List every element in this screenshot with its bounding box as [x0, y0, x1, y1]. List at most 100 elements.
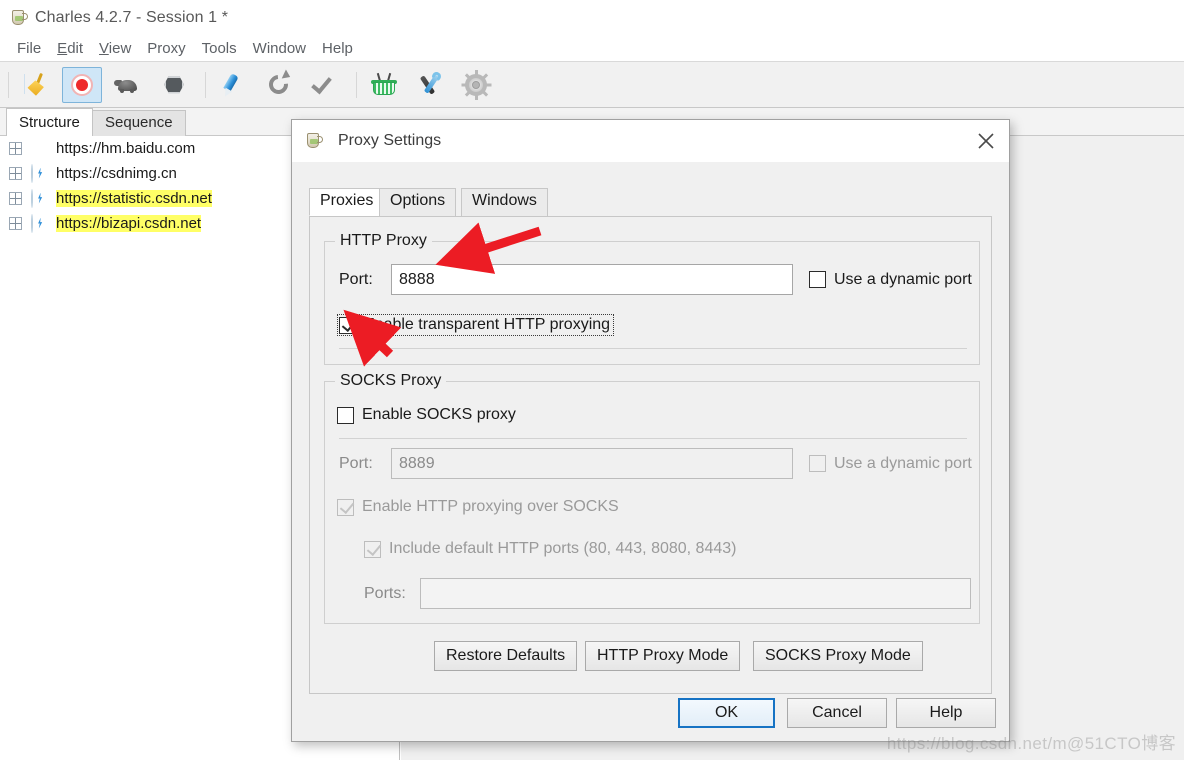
divider	[339, 348, 967, 349]
socks-port-row: Port: Use a dynamic port	[339, 448, 972, 479]
transparent-proxy-row: Enable transparent HTTP proxying	[337, 314, 615, 336]
divider	[339, 438, 967, 439]
http-port-label: Port:	[339, 270, 373, 288]
socks-ports-input[interactable]	[420, 578, 971, 609]
checkbox-box	[809, 271, 826, 288]
checkbox-box	[364, 540, 381, 558]
bolt-icon	[31, 189, 48, 208]
dialog-title-bar: Proxy Settings	[292, 120, 1009, 162]
broom-icon	[22, 71, 50, 99]
http-proxy-group: HTTP Proxy Port: Use a dynamic port Enab…	[324, 232, 980, 365]
include-default-http-ports-label: Include default HTTP ports (80, 443, 808…	[389, 540, 737, 557]
socks-dynamic-port-checkbox[interactable]: Use a dynamic port	[809, 455, 972, 473]
window-title-bar: Charles 4.2.7 - Session 1 *	[0, 0, 1184, 35]
expander-plus-icon[interactable]	[9, 167, 22, 180]
tab-windows[interactable]: Windows	[461, 188, 548, 216]
bolt-icon	[31, 164, 48, 183]
socks-port-label: Port:	[339, 454, 373, 472]
proxies-tab-panel: HTTP Proxy Port: Use a dynamic port Enab…	[309, 216, 992, 694]
menu-item-help[interactable]: Help	[314, 38, 361, 59]
proxy-settings-dialog: Proxy Settings Proxies Options Windows H…	[291, 119, 1010, 742]
socks-ports-label: Ports:	[364, 584, 406, 602]
restore-defaults-button[interactable]: Restore Defaults	[434, 641, 578, 671]
dialog-body: Proxies Options Windows HTTP Proxy Port:…	[292, 162, 1009, 741]
refresh-icon	[265, 68, 293, 99]
check-icon	[311, 71, 339, 99]
socks-proxy-group: SOCKS Proxy Enable SOCKS proxy Port: 888…	[324, 372, 980, 624]
toolbar-separator	[205, 71, 206, 98]
http-dynamic-port-checkbox[interactable]: Use a dynamic port	[809, 271, 972, 289]
checkbox-box	[809, 455, 826, 472]
enable-socks-proxy-checkbox[interactable]: Enable SOCKS proxy	[337, 406, 516, 424]
include-default-http-ports-checkbox[interactable]: Include default HTTP ports (80, 443, 808…	[364, 540, 736, 558]
enable-socks-row: Enable SOCKS proxy	[337, 406, 516, 424]
main-toolbar	[0, 62, 1184, 108]
tab-proxies[interactable]: Proxies	[309, 188, 385, 216]
expander-plus-icon[interactable]	[9, 192, 22, 205]
menu-bar: File Edit View Proxy Tools Window Help	[0, 35, 1184, 62]
globe-icon	[31, 140, 48, 157]
hexagon-icon	[160, 71, 188, 99]
checkbox-box	[339, 316, 356, 334]
socks-proxy-group-title: SOCKS Proxy	[335, 372, 447, 390]
cancel-button[interactable]: Cancel	[787, 698, 887, 728]
toolbar-validate-button[interactable]	[305, 67, 345, 103]
expander-plus-icon[interactable]	[9, 142, 22, 155]
toolbar-breakpoint-button[interactable]	[154, 67, 194, 103]
menu-item-edit[interactable]: Edit	[49, 38, 91, 59]
http-proxy-mode-button[interactable]: HTTP Proxy Mode	[585, 641, 741, 671]
socks-port-input[interactable]	[391, 448, 793, 479]
toolbar-settings-button[interactable]	[456, 67, 496, 103]
include-default-ports-row: Include default HTTP ports (80, 443, 808…	[364, 540, 736, 558]
enable-socks-proxy-label: Enable SOCKS proxy	[362, 406, 516, 423]
tab-structure[interactable]: Structure	[6, 108, 93, 137]
menu-item-file[interactable]: File	[9, 38, 49, 59]
record-icon	[68, 71, 96, 99]
basket-icon	[370, 71, 398, 99]
help-button[interactable]: Help	[896, 698, 996, 728]
close-icon[interactable]	[973, 129, 999, 153]
tree-item-label: https://bizapi.csdn.net	[56, 215, 202, 232]
menu-item-proxy[interactable]: Proxy	[139, 38, 193, 59]
toolbar-tools-button[interactable]	[410, 67, 450, 103]
window-title: Charles 4.2.7 - Session 1 *	[35, 8, 229, 26]
tree-item-label: https://hm.baidu.com	[56, 140, 196, 157]
tree-item-label: https://statistic.csdn.net	[56, 190, 212, 207]
toolbar-compose-button[interactable]	[213, 67, 253, 103]
socks-dynamic-port-label: Use a dynamic port	[834, 454, 972, 472]
gear-icon	[461, 69, 491, 100]
expander-plus-icon[interactable]	[9, 217, 22, 230]
http-port-row: Port: Use a dynamic port	[339, 264, 972, 295]
enable-http-over-socks-checkbox[interactable]: Enable HTTP proxying over SOCKS	[337, 498, 619, 516]
transparent-http-proxying-checkbox[interactable]: Enable transparent HTTP proxying	[337, 314, 615, 336]
http-port-input[interactable]	[391, 264, 793, 295]
menu-item-tools[interactable]: Tools	[194, 38, 245, 59]
tab-options[interactable]: Options	[379, 188, 457, 216]
menu-item-window[interactable]: Window	[245, 38, 314, 59]
transparent-http-proxying-label: Enable transparent HTTP proxying	[364, 316, 611, 333]
charles-jug-icon	[304, 132, 323, 150]
charles-main-window: Charles 4.2.7 - Session 1 * File Edit Vi…	[0, 0, 1184, 760]
toolbar-dns-spoof-button[interactable]	[364, 67, 404, 103]
socks-ports-row: Ports:	[364, 578, 971, 609]
toolbar-throttle-button[interactable]	[108, 67, 148, 103]
toolbar-clear-button[interactable]	[16, 67, 56, 103]
socks-proxy-mode-button[interactable]: SOCKS Proxy Mode	[753, 641, 923, 671]
toolbar-record-button[interactable]	[62, 66, 102, 103]
turtle-icon	[114, 71, 142, 99]
toolbar-repeat-button[interactable]	[259, 67, 299, 103]
toolbar-separator	[8, 71, 9, 98]
enable-http-over-socks-label: Enable HTTP proxying over SOCKS	[362, 498, 619, 515]
watermark-text: https://blog.csdn.net/m@51CTO博客	[886, 734, 1176, 753]
checkbox-box	[337, 406, 354, 424]
toolbar-separator	[356, 71, 357, 98]
tree-item-label: https://csdnimg.cn	[56, 165, 177, 182]
checkbox-box	[337, 498, 354, 516]
tab-sequence[interactable]: Sequence	[92, 110, 186, 136]
tools-icon	[416, 69, 444, 99]
charles-jug-icon	[9, 9, 28, 27]
menu-item-view[interactable]: View	[91, 38, 139, 59]
http-dynamic-port-label: Use a dynamic port	[834, 270, 972, 288]
ok-button[interactable]: OK	[678, 698, 775, 728]
pen-icon	[219, 71, 247, 99]
